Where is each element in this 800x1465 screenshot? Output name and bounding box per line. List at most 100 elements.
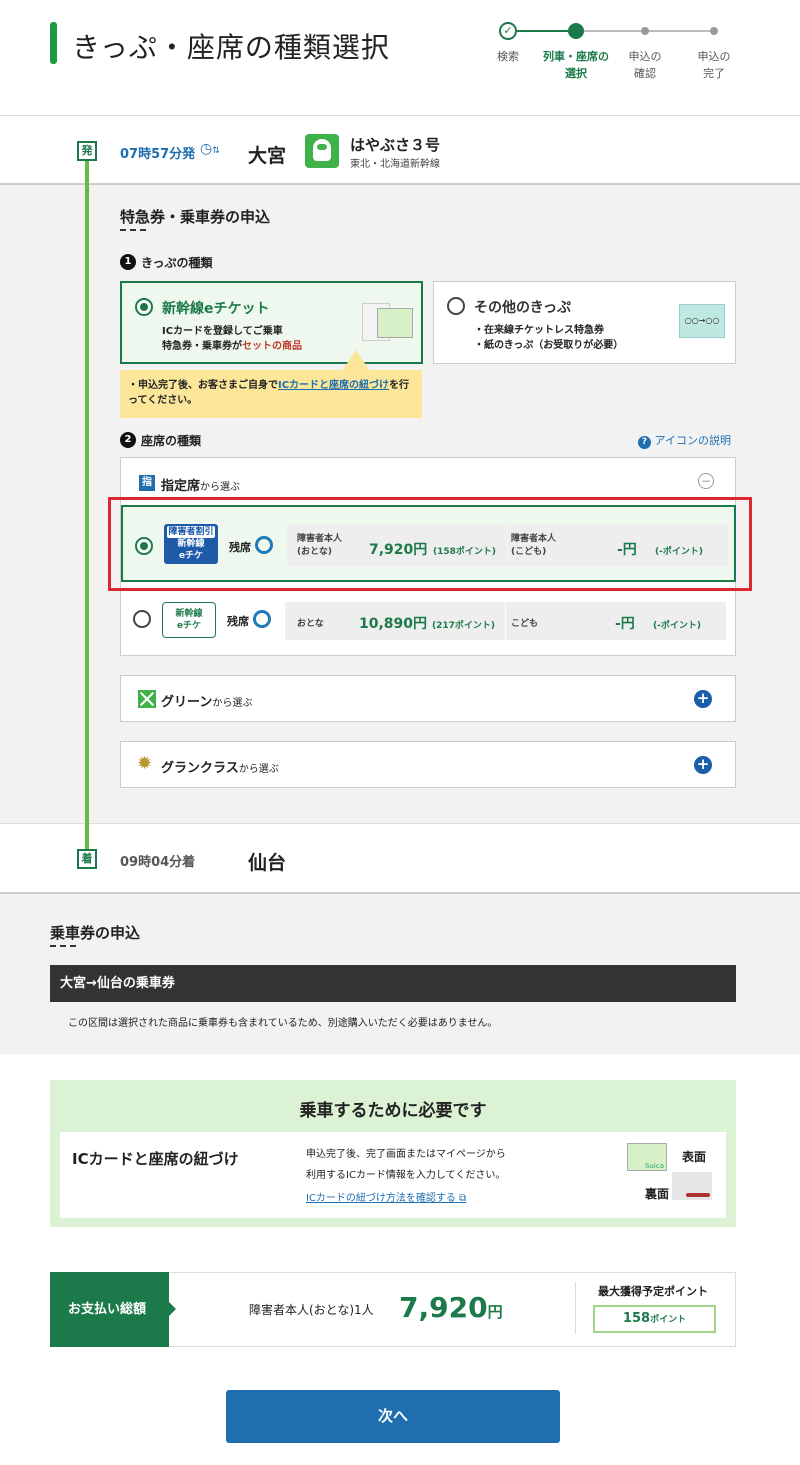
title-accent-bar (50, 22, 57, 64)
expand-plus-icon[interactable]: + (694, 756, 712, 774)
arrival-time: 09時04分着 (120, 855, 196, 870)
granclass-accordion[interactable]: ✹ グランクラスから選ぶ + (120, 741, 736, 788)
requirement-heading: 乗車するために必要です (299, 1101, 487, 1121)
total-divider (575, 1282, 576, 1334)
ic-link-inline[interactable]: ICカードと座席の紐づけ (278, 380, 389, 391)
card-front-label: 表面 (682, 1150, 707, 1164)
row1-remain-label: 残席 (229, 541, 251, 554)
reserved-title: 指定席から選ぶ (161, 479, 241, 494)
step-current-dot (568, 23, 584, 39)
collapse-minus-icon[interactable]: − (698, 473, 714, 489)
route-timeline (85, 158, 89, 858)
row2-available-icon (253, 610, 271, 628)
row2-adult-price: 10,890円 (359, 616, 428, 632)
requirement-desc-1: 申込完了後、完了画面またはマイページから (306, 1149, 506, 1160)
total-label: お支払い総額 (50, 1272, 169, 1347)
arrival-station: 仙台 (248, 852, 287, 874)
progress-line-done (508, 30, 576, 32)
step-todo-dot (710, 27, 718, 35)
requirement-desc-2: 利用するICカード情報を入力してください。 (306, 1170, 506, 1181)
next-button[interactable]: 次へ (226, 1390, 560, 1443)
link-method[interactable]: ICカードの紐づけ方法を確認する ⧉ (306, 1189, 466, 1204)
heading-underline (50, 945, 76, 947)
reserved-badge-icon: 指 (139, 475, 155, 491)
row1-radio[interactable] (135, 537, 153, 555)
seat-row-disability[interactable]: 障害者割引 新幹線 eチケ 残席 障害者本人 (おとな) 7,920円 (158ポ… (121, 505, 736, 582)
eticket-desc-1: ICカードを登録してご乗車 (162, 326, 283, 337)
fare-heading: 乗車券の申込 (50, 924, 141, 942)
row1-available-icon (255, 536, 273, 554)
train-line: 東北・北海道新幹線 (350, 159, 440, 170)
row1-child-points: (-ポイント) (655, 547, 703, 557)
question-icon: ? (638, 436, 651, 449)
green-title: グリーンから選ぶ (161, 695, 253, 710)
row2-adult-points: (217ポイント) (432, 621, 496, 631)
row1-adult-label: 障害者本人 (おとな) (297, 534, 343, 557)
external-link-icon: ⧉ (459, 1193, 467, 1204)
option-other-ticket[interactable]: その他のきっぷ ・在来線チケットレス特急券 ・紙のきっぷ（お受取りが必要） ○○… (433, 281, 736, 364)
total-label-arrow (169, 1302, 176, 1316)
other-ticket-desc-2: ・紙のきっぷ（お受取りが必要） (474, 340, 624, 351)
paper-ticket-image: ○○→○○ (679, 304, 725, 338)
requirement-title: ICカードと座席の紐づけ (72, 1150, 239, 1168)
total-who: 障害者本人(おとな)1人 (249, 1303, 374, 1317)
timeline-end (85, 823, 89, 849)
train-name: はやぶさ３号 (350, 136, 441, 154)
clock-icon[interactable]: ◷⇅ (200, 141, 220, 157)
granclass-title: グランクラスから選ぶ (161, 761, 279, 776)
points-label: 最大獲得予定ポイント (598, 1285, 708, 1298)
eticket-desc-2: 特急券・乗車券がセットの商品 (162, 341, 302, 352)
train-logo-icon (305, 134, 339, 168)
card-back-label: 裏面 (645, 1187, 670, 1201)
row1-adult-points: (158ポイント) (433, 547, 497, 557)
row1-child-price: -円 (617, 542, 637, 558)
step-label-select: 列車・座席の 選択 (543, 50, 609, 80)
points-box: 158ポイント (593, 1305, 716, 1333)
step-label-search: 検索 (497, 50, 519, 63)
eticket-radio[interactable] (135, 298, 153, 316)
other-ticket-radio[interactable] (447, 297, 465, 315)
option-eticket[interactable]: 新幹線eチケット ICカードを登録してご乗車 特急券・乗車券がセットの商品 (120, 281, 423, 364)
row2-adult-label: おとな (297, 619, 324, 629)
seat-row-regular[interactable]: 新幹線 eチケ 残席 おとな 10,890円 (217ポイント) こども -円 … (121, 594, 736, 646)
page-title: きっぷ・座席の種類選択 (72, 31, 390, 64)
step-label-complete: 申込の 完了 (697, 50, 731, 80)
fare-route-bar: 大宮→仙台の乗車券 (50, 965, 736, 1002)
other-ticket-title: その他のきっぷ (474, 300, 572, 316)
granclass-star-icon: ✹ (137, 753, 153, 774)
eticket-title: 新幹線eチケット (162, 301, 270, 317)
row2-child-price: -円 (615, 616, 635, 632)
fare-note: この区間は選択された商品に乗車券も含まれているため、別途購入いただく必要はありま… (68, 1018, 498, 1029)
card-back-image (672, 1172, 712, 1200)
step-number-icon: 2 (120, 432, 136, 448)
green-car-accordion[interactable]: グリーンから選ぶ + (120, 675, 736, 722)
step-label-confirm: 申込の 確認 (628, 50, 662, 80)
ic-card-image (377, 308, 413, 338)
green-clover-icon (138, 690, 156, 708)
heading-underline (120, 229, 146, 231)
row2-child-label: こども (511, 619, 539, 629)
expand-plus-icon[interactable]: + (694, 690, 712, 708)
row2-child-points: (-ポイント) (653, 621, 701, 631)
step-number-icon: 1 (120, 254, 136, 270)
express-heading: 特急券・乗車券の申込 (120, 208, 271, 226)
row1-child-label: 障害者本人 (こども) (511, 534, 557, 557)
disability-eticket-badge: 障害者割引 新幹線 eチケ (164, 524, 218, 564)
other-ticket-desc-1: ・在来線チケットレス特急券 (474, 325, 604, 336)
step-todo-dot (641, 27, 649, 35)
icon-help-link[interactable]: ? アイコンの説明 (638, 432, 731, 449)
eticket-badge: 新幹線 eチケ (162, 602, 216, 638)
ticket-type-label: きっぷの種類 (141, 256, 213, 270)
seat-type-label: 座席の種類 (141, 434, 202, 448)
departure-tag: 発 (77, 141, 97, 161)
departure-time: 07時57分発 (120, 147, 196, 162)
link-note: ・申込完了後、お客さまご自身でICカードと座席の紐づけを行 ってください。 (120, 370, 422, 418)
step-done-check-icon: ✓ (499, 22, 517, 40)
row2-radio[interactable] (133, 610, 151, 628)
row2-remain-label: 残席 (227, 615, 249, 628)
header-divider (0, 115, 800, 116)
arrival-tag: 着 (77, 849, 97, 869)
row1-adult-price: 7,920円 (369, 542, 428, 558)
departure-station: 大宮 (248, 145, 287, 167)
card-front-image: Suica (627, 1143, 667, 1171)
